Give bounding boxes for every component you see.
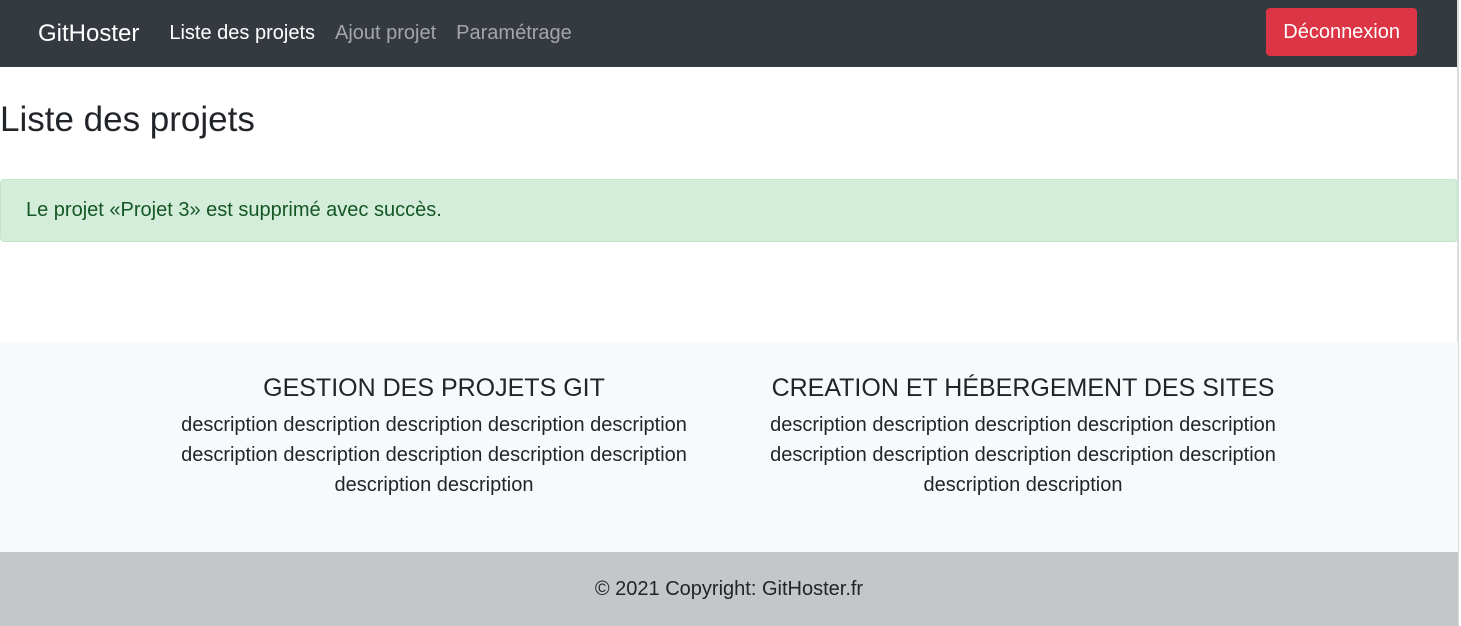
page: GitHoster Liste des projets Ajout projet… — [0, 0, 1459, 626]
alert-message: Le projet «Projet 3» est supprimé avec s… — [26, 199, 442, 221]
feature-description: description description description desc… — [181, 414, 687, 496]
top-navbar: GitHoster Liste des projets Ajout projet… — [0, 0, 1457, 67]
success-alert: Le projet «Projet 3» est supprimé avec s… — [0, 179, 1458, 242]
footer-site-link[interactable]: GitHoster.fr — [762, 578, 863, 601]
feature-description: description description description desc… — [770, 414, 1276, 496]
nav-link-parametrage[interactable]: Paramétrage — [456, 22, 572, 45]
feature-site-hosting: CREATION ET HÉBERGEMENT DES SITES descri… — [743, 372, 1303, 500]
feature-title: CREATION ET HÉBERGEMENT DES SITES — [771, 374, 1275, 402]
feature-git-projects: GESTION DES PROJETS GIT description desc… — [154, 372, 714, 500]
logout-button[interactable]: Déconnexion — [1266, 8, 1417, 56]
main-content: Liste des projets Le projet «Projet 3» e… — [0, 67, 1458, 342]
nav-link-ajout-projet[interactable]: Ajout projet — [335, 22, 436, 45]
nav-links: Liste des projets Ajout projet Paramétra… — [169, 22, 571, 45]
nav-link-liste-projets[interactable]: Liste des projets — [169, 22, 315, 45]
footer: © 2021 Copyright: GitHoster.fr — [0, 552, 1458, 626]
features-section: GESTION DES PROJETS GIT description desc… — [0, 342, 1458, 552]
brand-link[interactable]: GitHoster — [38, 20, 139, 48]
feature-title: GESTION DES PROJETS GIT — [263, 374, 605, 402]
page-title: Liste des projets — [0, 100, 255, 139]
copyright-text: © 2021 Copyright: — [594, 577, 757, 600]
